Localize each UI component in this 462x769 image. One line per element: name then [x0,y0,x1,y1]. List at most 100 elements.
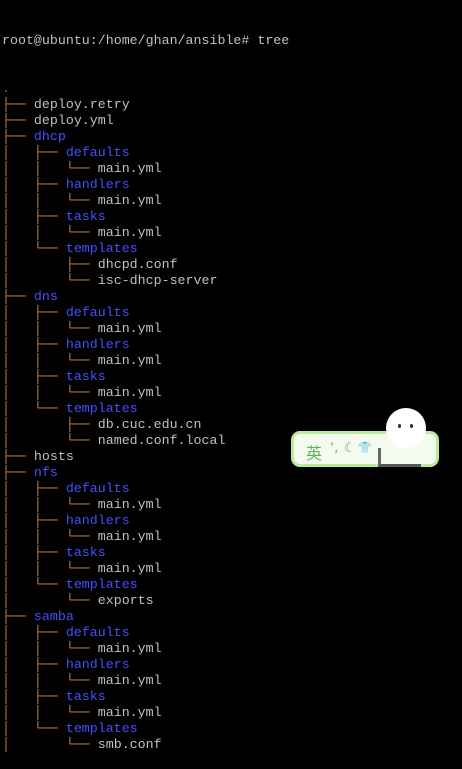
entry-name: main.yml [97,225,162,240]
tree-file: │ │ └── main.yml [2,497,289,513]
tree-connector: │ │ └── [2,161,98,176]
entry-name: main.yml [97,161,162,176]
tree-connector: │ │ └── [2,497,98,512]
tree-file: ├── deploy.retry [2,97,289,113]
tree-file: │ │ └── main.yml [2,225,289,241]
entry-name: templates [65,241,138,256]
tree-connector: │ ├── [2,337,66,352]
tree-file: │ │ └── main.yml [2,161,289,177]
tree-connector: │ └── [2,721,66,736]
tree-file: │ └── isc-dhcp-server [2,273,289,289]
entry-name: templates [65,721,138,736]
tree-connector: │ └── [2,273,98,288]
punctuation-icon[interactable]: ʼ, [330,441,338,456]
entry-name: defaults [65,145,130,160]
tree-file: │ ├── dhcpd.conf [2,257,289,273]
entry-name: nfs [33,465,58,480]
tree-directory: . [2,81,289,97]
entry-name: templates [65,577,138,592]
entry-name: main.yml [97,193,162,208]
terminal-output[interactable]: root@ubuntu:/home/ghan/ansible# tree . ├─… [2,1,289,769]
entry-name: main.yml [97,561,162,576]
tree-directory: │ ├── defaults [2,481,289,497]
tree-connector: ├── [2,97,34,112]
tree-directory: │ └── templates [2,721,289,737]
tree-connector: │ │ └── [2,353,98,368]
entry-name: . [2,81,10,96]
tree-connector: │ │ └── [2,225,98,240]
tree-connector: │ │ └── [2,385,98,400]
tree-connector: ├── [2,113,34,128]
tree-directory: │ └── templates [2,401,289,417]
tree-directory: │ ├── handlers [2,337,289,353]
tree-file: │ │ └── main.yml [2,193,289,209]
tree-directory: │ ├── tasks [2,369,289,385]
tree-file: │ │ └── main.yml [2,353,289,369]
tree-directory: │ ├── defaults [2,145,289,161]
entry-name: dhcp [33,129,66,144]
entry-name: tasks [65,545,106,560]
tree-file: │ └── exports [2,593,289,609]
tree-connector: │ ├── [2,305,66,320]
tree-directory: │ ├── defaults [2,625,289,641]
moon-icon[interactable]: ☾ [344,441,356,456]
entry-name: main.yml [97,353,162,368]
entry-name: db.cuc.edu.cn [97,417,202,432]
tree-connector: ├── [2,289,34,304]
entry-name: main.yml [97,641,162,656]
entry-name: tasks [65,209,106,224]
tree-connector: │ │ └── [2,321,98,336]
tree-file: │ └── named.conf.local [2,433,289,449]
tree-connector: │ ├── [2,209,66,224]
language-toggle[interactable]: 英 [306,440,322,464]
entry-name: dns [33,289,58,304]
shell-prompt: root@ubuntu:/home/ghan/ansible# tree [2,33,290,48]
entry-name: handlers [65,657,130,672]
tree-connector: │ │ └── [2,193,98,208]
tree-directory: ├── samba [2,609,289,625]
entry-name: named.conf.local [97,433,226,448]
tree-connector: │ │ └── [2,529,98,544]
shirt-icon[interactable]: 👕 [358,441,372,454]
tree-directory: │ ├── handlers [2,177,289,193]
tree-file: │ └── smb.conf [2,737,289,753]
entry-name: defaults [65,305,130,320]
tree-connector: │ ├── [2,545,66,560]
tree-connector: │ └── [2,737,98,752]
entry-name: handlers [65,177,130,192]
tree-connector: │ │ └── [2,705,98,720]
entry-name: deploy.yml [33,113,114,128]
tree-listing: . ├── deploy.retry ├── deploy.yml ├── dhcp │… [2,81,289,753]
tree-directory: │ ├── defaults [2,305,289,321]
tree-connector: │ ├── [2,257,98,272]
tree-connector: ├── [2,609,34,624]
tree-connector: │ └── [2,433,98,448]
tree-file: ├── deploy.yml [2,113,289,129]
entry-name: tasks [65,689,106,704]
tree-connector: │ ├── [2,657,66,672]
tree-connector: │ ├── [2,417,98,432]
tree-connector: │ ├── [2,513,66,528]
entry-name: tasks [65,369,106,384]
tree-connector: ├── [2,465,34,480]
entry-name: main.yml [97,705,162,720]
tree-connector: │ │ └── [2,561,98,576]
entry-name: handlers [65,337,130,352]
tree-directory: │ ├── handlers [2,513,289,529]
tree-connector: ├── [2,129,34,144]
tree-file: │ ├── db.cuc.edu.cn [2,417,289,433]
entry-name: defaults [65,625,130,640]
entry-name: main.yml [97,673,162,688]
entry-name: templates [65,401,138,416]
tree-directory: ├── dhcp [2,129,289,145]
mascot-icon [386,408,426,448]
entry-name: main.yml [97,497,162,512]
entry-name: hosts [33,449,74,464]
tree-connector: │ └── [2,577,66,592]
entry-name: defaults [65,481,130,496]
tree-connector: │ └── [2,241,66,256]
tree-directory: │ ├── handlers [2,657,289,673]
tree-connector: │ ├── [2,689,66,704]
entry-name: isc-dhcp-server [97,273,218,288]
tree-connector: │ │ └── [2,673,98,688]
